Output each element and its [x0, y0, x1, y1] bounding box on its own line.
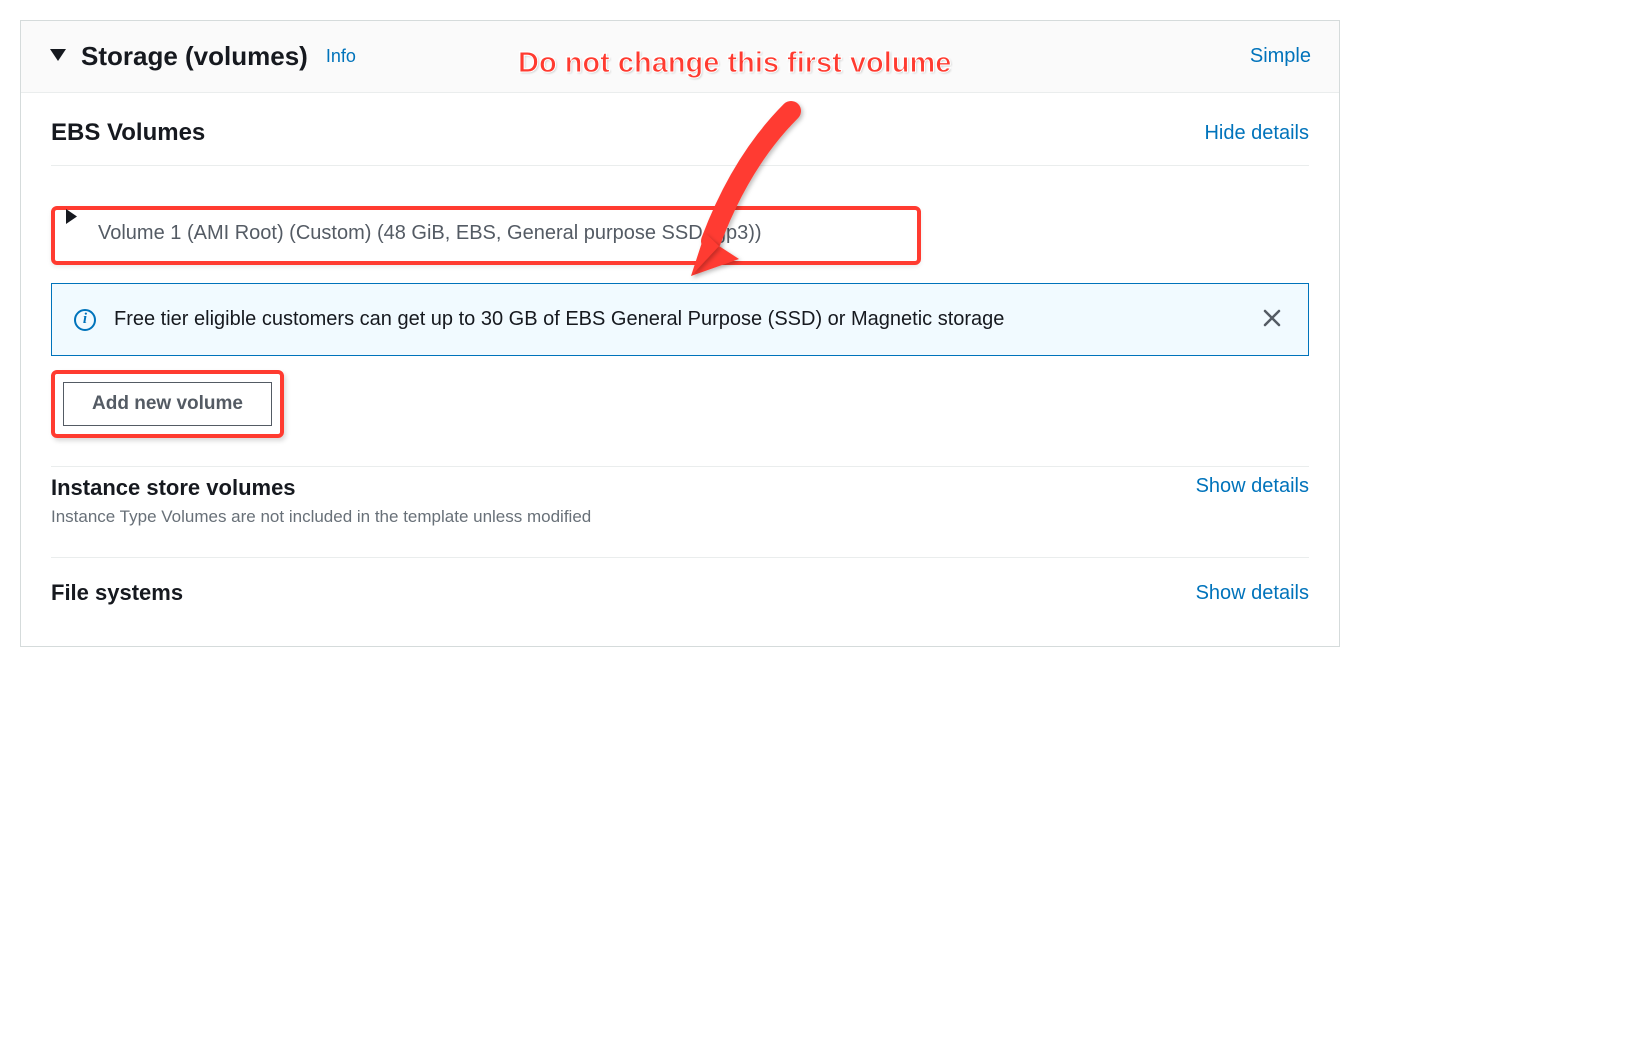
- filesystems-show-details-link[interactable]: Show details: [1196, 582, 1309, 605]
- divider: [51, 165, 1309, 166]
- volume-1-container: Volume 1 (AMI Root) (Custom) (48 GiB, EB…: [51, 206, 1309, 265]
- volume-1-label: Volume 1 (AMI Root) (Custom) (48 GiB, EB…: [98, 222, 762, 245]
- instance-store-text: Instance store volumes Instance Type Vol…: [51, 475, 591, 527]
- info-link[interactable]: Info: [326, 46, 356, 67]
- panel-title: Storage (volumes): [81, 41, 308, 72]
- add-new-volume-button[interactable]: Add new volume: [63, 382, 272, 426]
- volume-1-highlight: Volume 1 (AMI Root) (Custom) (48 GiB, EB…: [51, 206, 921, 265]
- simple-view-link[interactable]: Simple: [1250, 45, 1311, 68]
- hide-details-link[interactable]: Hide details: [1204, 122, 1309, 145]
- caret-right-icon: [65, 208, 78, 225]
- free-tier-alert: i Free tier eligible customers can get u…: [51, 283, 1309, 356]
- instance-show-details-link[interactable]: Show details: [1196, 475, 1309, 498]
- alert-text: Free tier eligible customers can get up …: [114, 308, 1240, 331]
- file-systems-section: File systems Show details: [21, 558, 1339, 646]
- collapse-storage-button[interactable]: [49, 48, 67, 65]
- info-icon: i: [74, 309, 96, 331]
- panel-header: Storage (volumes) Info Simple: [21, 21, 1339, 93]
- instance-store-section: Instance store volumes Instance Type Vol…: [21, 467, 1339, 557]
- expand-volume-1-button[interactable]: [65, 208, 78, 228]
- add-volume-highlight: Add new volume: [51, 370, 284, 438]
- instance-store-subtitle: Instance Type Volumes are not included i…: [51, 507, 591, 527]
- file-systems-title: File systems: [51, 580, 183, 606]
- caret-down-icon: [49, 48, 67, 62]
- storage-panel: Do not change this first volume Storage …: [20, 20, 1340, 647]
- instance-store-title: Instance store volumes: [51, 475, 591, 501]
- close-icon: [1262, 308, 1282, 328]
- alert-close-button[interactable]: [1258, 304, 1286, 335]
- ebs-title: EBS Volumes: [51, 119, 205, 147]
- ebs-section-header: EBS Volumes Hide details: [21, 93, 1339, 165]
